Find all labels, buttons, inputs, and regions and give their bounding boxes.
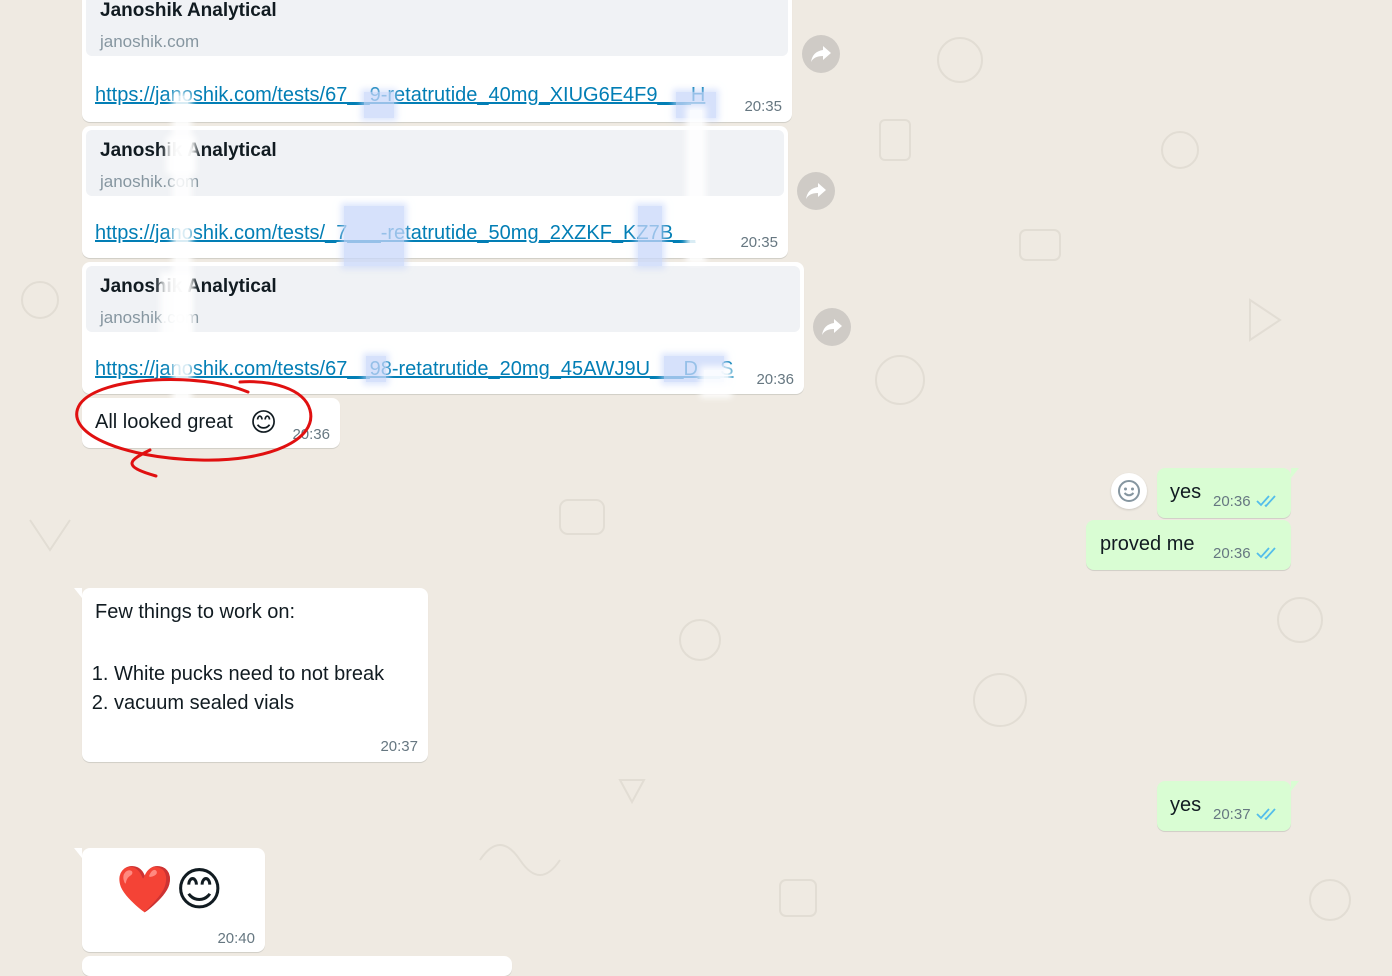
message-time: 20:36 — [756, 371, 794, 388]
list-item: vacuum sealed vials — [114, 689, 384, 718]
emoji-message[interactable]: ❤️😊 20:40 — [74, 848, 265, 952]
red-annotation-circle — [75, 378, 313, 478]
numbered-list: White pucks need to not break vacuum sea… — [82, 660, 384, 718]
message-time: 20:35 — [744, 98, 782, 115]
double-check-icon — [1256, 547, 1276, 560]
outgoing-message-yes-2[interactable]: yes 20:37 — [1157, 781, 1299, 831]
forward-arrow-icon[interactable] — [797, 172, 835, 210]
double-check-icon — [1256, 808, 1276, 821]
heart-smile-emoji-icon: ❤️😊 — [116, 863, 226, 915]
message-time: 20:37 — [1213, 806, 1251, 823]
message-time: 20:36 — [1213, 493, 1251, 510]
double-check-icon — [1256, 495, 1276, 508]
message-time: 20:40 — [217, 930, 255, 947]
message-text: proved me — [1100, 533, 1195, 555]
message-text: yes — [1170, 794, 1202, 816]
message-time: 20:35 — [740, 234, 778, 251]
message-time: 20:37 — [380, 738, 418, 755]
emoji-react-icon[interactable] — [1111, 473, 1147, 509]
outgoing-message-yes-1[interactable]: yes 20:36 — [1157, 468, 1299, 518]
forward-arrow-icon[interactable] — [813, 308, 851, 346]
next-message-partial[interactable] — [82, 956, 512, 976]
message-time: 20:36 — [1213, 545, 1251, 562]
list-item: White pucks need to not break — [114, 660, 384, 689]
message-heading: Few things to work on: — [95, 601, 296, 623]
text-message-work-on[interactable]: Few things to work on: White pucks need … — [74, 588, 428, 762]
forward-arrow-icon[interactable] — [802, 35, 840, 73]
message-text: yes — [1170, 481, 1202, 503]
outgoing-message-proved-me[interactable]: proved me 20:36 — [1086, 520, 1291, 570]
